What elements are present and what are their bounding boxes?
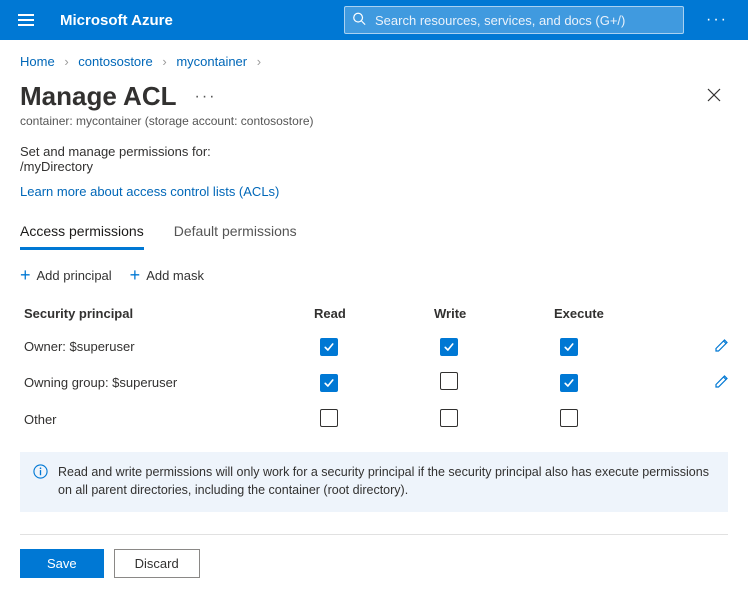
col-principal: Security principal — [24, 306, 314, 321]
azure-top-bar: Microsoft Azure ··· — [0, 0, 748, 40]
add-mask-label: Add mask — [146, 268, 204, 283]
execute-checkbox[interactable] — [560, 374, 578, 392]
menu-icon[interactable] — [10, 6, 42, 34]
tab-default-permissions[interactable]: Default permissions — [174, 217, 297, 250]
add-principal-button[interactable]: + Add principal — [20, 266, 112, 284]
col-execute: Execute — [554, 306, 674, 321]
pencil-icon[interactable] — [714, 341, 730, 356]
learn-more-link[interactable]: Learn more about access control lists (A… — [20, 184, 279, 199]
tab-access-permissions[interactable]: Access permissions — [20, 217, 144, 250]
search-icon — [352, 12, 366, 29]
table-row: Other — [20, 401, 728, 438]
footer-actions: Save Discard — [20, 549, 728, 578]
principal-cell: Owner: $superuser — [24, 339, 314, 354]
write-checkbox[interactable] — [440, 409, 458, 427]
table-row: Owner: $superuser — [20, 329, 728, 364]
close-icon[interactable] — [700, 81, 728, 112]
read-checkbox[interactable] — [320, 374, 338, 392]
header-more-icon[interactable]: ··· — [696, 5, 738, 35]
breadcrumb-storage[interactable]: contosostore — [78, 54, 152, 69]
read-checkbox[interactable] — [320, 409, 338, 427]
chevron-right-icon: › — [257, 54, 261, 69]
table-row: Owning group: $superuser — [20, 364, 728, 401]
discard-button[interactable]: Discard — [114, 549, 200, 578]
principal-cell: Owning group: $superuser — [24, 375, 314, 390]
write-checkbox[interactable] — [440, 372, 458, 390]
save-button[interactable]: Save — [20, 549, 104, 578]
info-banner: Read and write permissions will only wor… — [20, 452, 728, 512]
page-subtitle: container: mycontainer (storage account:… — [20, 114, 728, 128]
read-checkbox[interactable] — [320, 338, 338, 356]
search-container — [344, 6, 684, 34]
title-more-icon[interactable]: ··· — [195, 88, 217, 106]
execute-checkbox[interactable] — [560, 409, 578, 427]
col-write: Write — [434, 306, 554, 321]
plus-icon: + — [20, 266, 31, 284]
execute-checkbox[interactable] — [560, 338, 578, 356]
table-header: Security principal Read Write Execute — [20, 300, 728, 329]
directory-path: /myDirectory — [20, 159, 728, 174]
col-read: Read — [314, 306, 434, 321]
add-mask-button[interactable]: + Add mask — [130, 266, 204, 284]
page-title: Manage ACL — [20, 81, 177, 112]
chevron-right-icon: › — [64, 54, 68, 69]
divider — [20, 534, 728, 535]
add-principal-label: Add principal — [37, 268, 112, 283]
permissions-for-label: Set and manage permissions for: — [20, 144, 728, 159]
pencil-icon[interactable] — [714, 377, 730, 392]
plus-icon: + — [130, 266, 141, 284]
brand-label: Microsoft Azure — [60, 12, 173, 29]
chevron-right-icon: › — [162, 54, 166, 69]
principal-cell: Other — [24, 412, 314, 427]
tabs: Access permissions Default permissions — [20, 217, 728, 250]
search-input[interactable] — [344, 6, 684, 34]
toolbar: + Add principal + Add mask — [20, 266, 728, 284]
info-text: Read and write permissions will only wor… — [58, 463, 715, 499]
acl-table: Security principal Read Write Execute Ow… — [20, 300, 728, 438]
breadcrumb-container[interactable]: mycontainer — [176, 54, 247, 69]
info-icon — [33, 464, 48, 499]
breadcrumb: Home › contosostore › mycontainer › — [20, 54, 728, 69]
write-checkbox[interactable] — [440, 338, 458, 356]
breadcrumb-home[interactable]: Home — [20, 54, 55, 69]
